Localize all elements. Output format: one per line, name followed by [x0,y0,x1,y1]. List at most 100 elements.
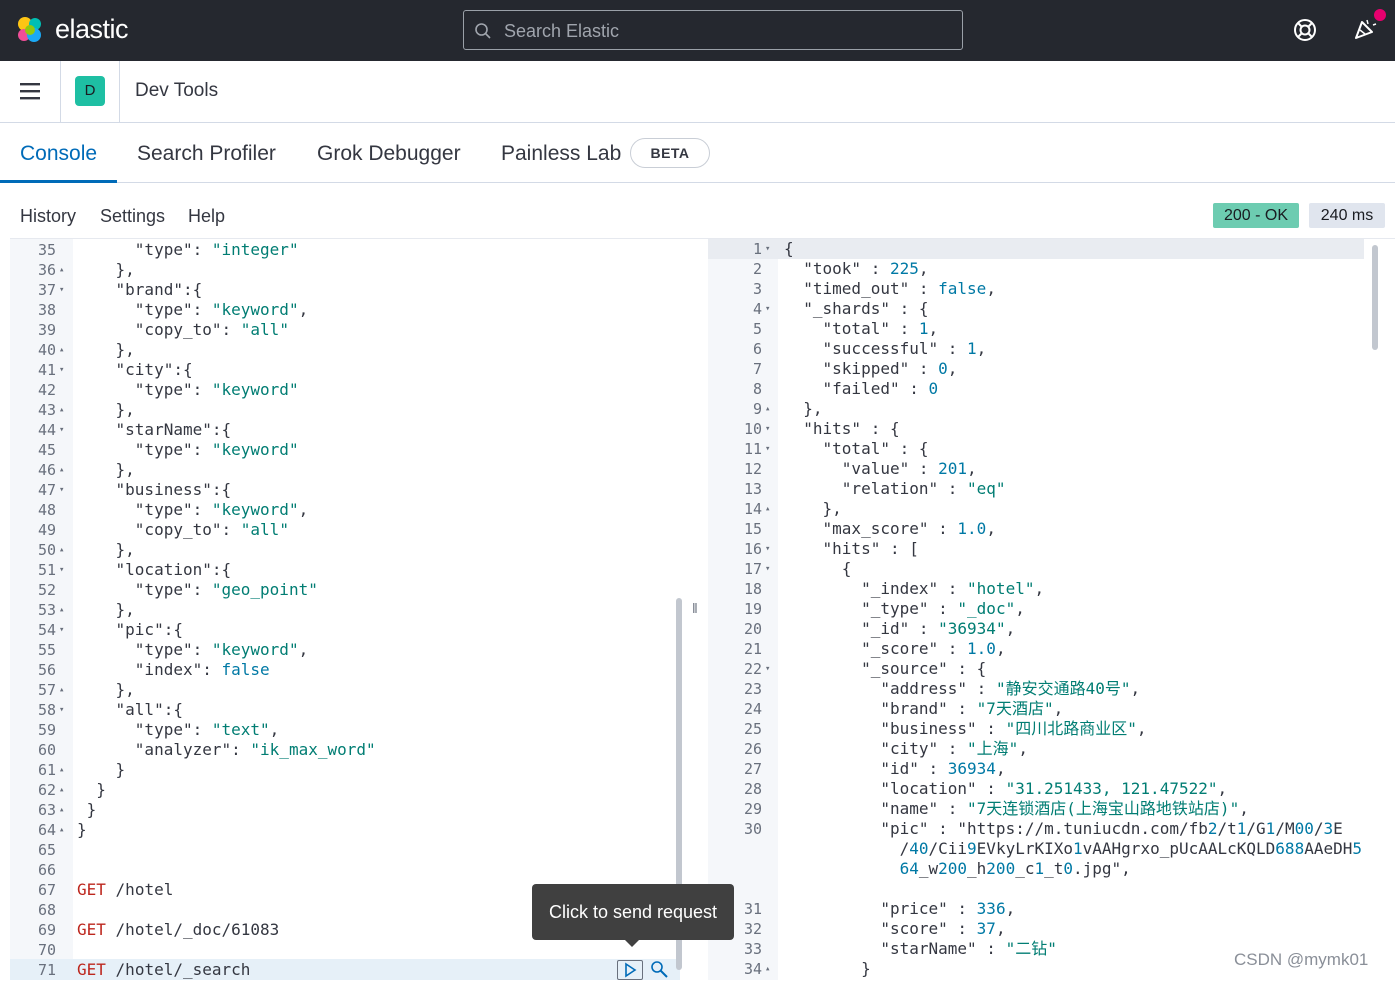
code-line[interactable]: "type": "text", [77,720,280,740]
fold-collapse-icon[interactable]: ▴ [59,460,69,480]
fold-collapse-icon[interactable]: ▴ [765,959,775,979]
settings-link[interactable]: Settings [100,206,165,227]
newsfeed-cheer-icon[interactable] [1352,16,1378,42]
fold-collapse-icon[interactable]: ▴ [59,540,69,560]
code-line[interactable]: }, [77,460,135,480]
code-line[interactable]: "address" : "静安交通路40号", [784,679,1140,699]
wrench-icon[interactable] [648,960,670,980]
fold-expand-icon[interactable]: ▾ [765,559,775,579]
code-line[interactable]: "business" : "四川北路商业区", [784,719,1146,739]
code-line[interactable]: { [784,559,852,579]
help-lifebuoy-icon[interactable] [1292,17,1318,43]
code-line[interactable]: GET /hotel/_doc/61083 [77,920,279,940]
code-line[interactable]: "successful" : 1, [784,339,987,359]
fold-collapse-icon[interactable]: ▴ [765,499,775,519]
code-line[interactable]: "type": "integer" [77,240,299,260]
code-line[interactable]: "pic":{ [77,620,183,640]
code-line[interactable]: "business":{ [77,480,232,500]
code-line[interactable]: "_shards" : { [784,299,928,319]
fold-expand-icon[interactable]: ▾ [59,280,69,300]
code-line[interactable]: "starName":{ [77,420,232,440]
fold-expand-icon[interactable]: ▾ [59,700,69,720]
code-line[interactable]: "city":{ [77,360,193,380]
fold-collapse-icon[interactable]: ▴ [59,820,69,840]
code-line[interactable]: }, [784,399,822,419]
code-line[interactable]: "relation" : "eq" [784,479,1006,499]
code-line[interactable]: /40/Cii9EVkyLrKIXo1vAAHgrxo_pUcAALcKQLD6… [784,839,1362,859]
code-line[interactable]: "total" : { [784,439,929,459]
code-line[interactable]: } [784,959,871,979]
pane-resizer-handle[interactable]: ‖ [692,600,700,618]
response-viewer[interactable]: 1 ▾{2 "took" : 225, 3 "timed_out" : false,… [708,239,1395,980]
fold-collapse-icon[interactable]: ▴ [59,800,69,820]
fold-collapse-icon[interactable]: ▴ [59,600,69,620]
fold-expand-icon[interactable]: ▾ [765,419,775,439]
code-line[interactable]: "name" : "7天连锁酒店(上海宝山路地铁站店)", [784,799,1249,819]
code-line[interactable]: "type": "keyword" [77,440,299,460]
code-line[interactable]: "brand" : "7天酒店", [784,699,1063,719]
code-line[interactable]: GET /hotel/_search [77,960,250,980]
fold-expand-icon[interactable]: ▾ [765,439,775,459]
code-line[interactable]: "type": "geo_point" [77,580,318,600]
code-line[interactable]: "type": "keyword" [77,380,299,400]
code-line[interactable]: "skipped" : 0, [784,359,958,379]
code-line[interactable]: "hits" : [ [784,539,919,559]
tab-grok-debugger[interactable]: Grok Debugger [317,142,461,166]
code-line[interactable]: "pic" : "https://m.tuniucdn.com/fb2/t1/G… [784,819,1342,839]
history-link[interactable]: History [20,206,76,227]
fold-collapse-icon[interactable]: ▴ [59,340,69,360]
code-line[interactable]: "city" : "上海", [784,739,1028,759]
code-line[interactable]: "took" : 225, [784,259,928,279]
fold-collapse-icon[interactable]: ▴ [59,780,69,800]
fold-expand-icon[interactable]: ▾ [765,659,775,679]
code-line[interactable]: "price" : 336, [784,899,1015,919]
code-line[interactable]: }, [77,340,135,360]
request-editor[interactable]: 35 "type": "integer" 36 ▴ }, 37 ▾ "brand":{3… [10,239,690,980]
response-scrollbar[interactable] [1372,245,1378,350]
code-line[interactable]: "_source" : { [784,659,986,679]
code-line[interactable]: "all":{ [77,700,183,720]
code-line[interactable]: "starName" : "二钻" [784,939,1057,959]
code-line[interactable]: "value" : 201, [784,459,977,479]
fold-expand-icon[interactable]: ▾ [765,539,775,559]
code-line[interactable]: 64_w200_h200_c1_t0.jpg", [784,859,1131,879]
code-line[interactable]: } [77,760,126,780]
code-line[interactable]: "copy_to": "all" [77,320,289,340]
fold-collapse-icon[interactable]: ▴ [59,400,69,420]
code-line[interactable]: }, [77,600,135,620]
elastic-logo-icon[interactable] [14,14,46,46]
code-line[interactable]: "brand":{ [77,280,203,300]
fold-collapse-icon[interactable]: ▴ [59,260,69,280]
fold-expand-icon[interactable]: ▾ [765,239,775,259]
code-line[interactable]: { [784,239,794,259]
fold-collapse-icon[interactable]: ▴ [59,680,69,700]
send-request-button[interactable] [617,960,643,980]
code-line[interactable]: "failed" : 0 [784,379,939,399]
code-line[interactable]: }, [784,499,842,519]
code-line[interactable]: "_score" : 1.0, [784,639,1006,659]
code-line[interactable]: "timed_out" : false, [784,279,996,299]
code-line[interactable]: GET /hotel [77,880,173,900]
code-line[interactable]: "type": "keyword", [77,640,308,660]
space-avatar[interactable]: D [75,76,105,106]
fold-expand-icon[interactable]: ▾ [59,360,69,380]
fold-collapse-icon[interactable]: ▴ [59,760,69,780]
code-line[interactable]: "location" : "31.251433, 121.47522", [784,779,1227,799]
fold-expand-icon[interactable]: ▾ [765,299,775,319]
code-line[interactable]: "_type" : "_doc", [784,599,1025,619]
code-line[interactable]: "index": false [77,660,270,680]
code-line[interactable]: }, [77,680,135,700]
help-link[interactable]: Help [188,206,225,227]
code-line[interactable]: "analyzer": "ik_max_word" [77,740,376,760]
fold-expand-icon[interactable]: ▾ [59,620,69,640]
breadcrumb[interactable]: Dev Tools [135,80,218,102]
search-input[interactable]: Search Elastic [463,10,963,50]
tab-console[interactable]: Console [20,142,97,166]
code-line[interactable]: }, [77,400,135,420]
code-line[interactable]: "hits" : { [784,419,899,439]
brand-name[interactable]: elastic [55,14,129,45]
code-line[interactable]: "_index" : "hotel", [784,579,1044,599]
code-line[interactable]: "type": "keyword", [77,300,308,320]
code-line[interactable]: } [77,820,87,840]
code-line[interactable]: } [77,800,97,820]
